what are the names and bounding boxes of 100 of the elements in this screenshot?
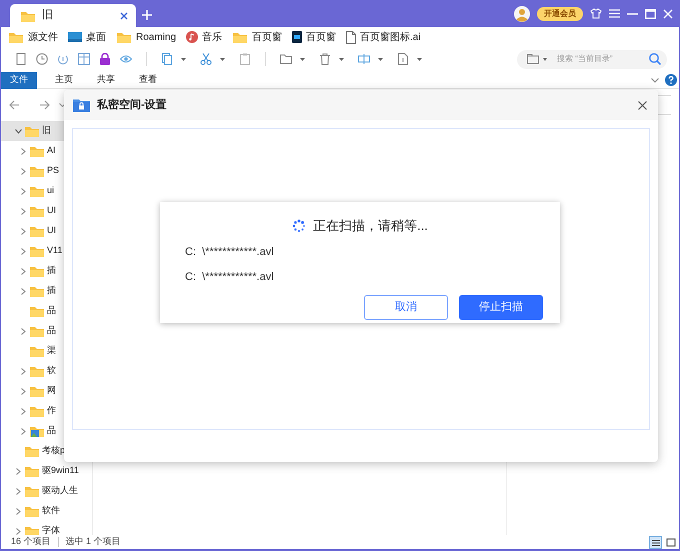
cancel-button[interactable]: 取消 bbox=[364, 294, 448, 320]
caret-icon[interactable] bbox=[339, 58, 344, 60]
caret-icon[interactable] bbox=[181, 58, 186, 60]
chevron-right-icon[interactable] bbox=[21, 288, 26, 294]
lock-icon[interactable] bbox=[99, 53, 111, 65]
tree-item[interactable]: 品 bbox=[1, 321, 92, 341]
caret-icon[interactable] bbox=[543, 58, 547, 60]
tree-item[interactable]: AI bbox=[1, 141, 92, 161]
tree-item[interactable]: 品 bbox=[1, 421, 92, 441]
tree-item[interactable]: 软件 bbox=[1, 501, 92, 521]
bookmark-link[interactable]: 音乐 bbox=[186, 30, 222, 44]
tree-item-label: 渠 bbox=[47, 344, 56, 358]
trash-icon[interactable] bbox=[319, 53, 331, 65]
bookmark-link[interactable]: 桌面 bbox=[68, 30, 106, 44]
menu-icon[interactable] bbox=[609, 9, 620, 18]
tree-item[interactable]: 驱9win11 bbox=[1, 461, 92, 481]
clipboard-icon[interactable] bbox=[239, 53, 251, 65]
chevron-down-icon[interactable] bbox=[651, 78, 659, 82]
avatar-icon[interactable] bbox=[514, 6, 530, 22]
folder-icon bbox=[29, 164, 45, 178]
chevron-right-icon[interactable] bbox=[21, 328, 26, 334]
ribbon-tab[interactable]: 共享 bbox=[85, 72, 127, 88]
chevron-right-icon[interactable] bbox=[21, 388, 26, 394]
large-icons-view-button[interactable] bbox=[664, 536, 677, 548]
tree-item[interactable]: 软 bbox=[1, 361, 92, 381]
clock-icon[interactable] bbox=[36, 53, 48, 65]
tree-item[interactable]: 驱动人生 bbox=[1, 481, 92, 501]
tree-item[interactable]: ui bbox=[1, 181, 92, 201]
tree-item-label: 插 bbox=[47, 284, 56, 298]
tree-item[interactable]: 插 bbox=[1, 261, 92, 281]
chevron-right-icon[interactable] bbox=[21, 228, 26, 234]
eye-icon[interactable] bbox=[120, 53, 132, 65]
tree-item[interactable]: 网 bbox=[1, 381, 92, 401]
search-icon[interactable] bbox=[649, 53, 661, 65]
folder-outline-icon[interactable] bbox=[280, 53, 292, 65]
stop-scan-button[interactable]: 停止扫描 bbox=[459, 294, 543, 320]
copy-icon[interactable] bbox=[161, 53, 173, 65]
chevron-right-icon[interactable] bbox=[21, 368, 26, 374]
chevron-right-icon[interactable] bbox=[16, 508, 21, 514]
details-view-button[interactable] bbox=[649, 536, 662, 548]
page-icon[interactable] bbox=[15, 53, 27, 65]
bookmark-link[interactable]: 百页窗 bbox=[232, 30, 282, 44]
folder-icon bbox=[24, 484, 40, 498]
folder-icon bbox=[8, 30, 24, 44]
bookmark-link[interactable]: 百页窗 bbox=[292, 30, 336, 44]
scissors-icon[interactable] bbox=[200, 53, 212, 65]
plus-icon[interactable] bbox=[142, 10, 152, 20]
chevron-right-icon[interactable] bbox=[21, 248, 26, 254]
vip-button[interactable]: 开通会员 bbox=[537, 6, 583, 20]
tree-item-label: 插 bbox=[47, 264, 56, 278]
chevron-right-icon[interactable] bbox=[21, 408, 26, 414]
folder-icon bbox=[29, 364, 45, 378]
ribbon-tab[interactable]: 查看 bbox=[127, 72, 169, 88]
tree-item[interactable]: 字体 bbox=[1, 521, 92, 535]
panes-icon[interactable] bbox=[78, 53, 90, 65]
chevron-right-icon[interactable] bbox=[21, 168, 26, 174]
close-icon[interactable] bbox=[120, 12, 128, 20]
bookmark-link[interactable]: 百页窗图标.ai bbox=[346, 30, 421, 44]
maximize-icon[interactable] bbox=[645, 8, 656, 18]
bookmark-link[interactable]: 源文件 bbox=[8, 30, 58, 44]
tree-item-label: 品 bbox=[47, 324, 56, 338]
help-icon[interactable] bbox=[665, 74, 677, 86]
chevron-right-icon[interactable] bbox=[21, 208, 26, 214]
file-info-icon[interactable] bbox=[397, 53, 409, 65]
shirt-icon[interactable] bbox=[590, 8, 602, 19]
tree-item[interactable]: UI bbox=[1, 201, 92, 221]
folder-icon bbox=[29, 144, 45, 158]
tree-item[interactable]: 品 bbox=[1, 301, 92, 321]
search-bar[interactable]: 搜索 “当前目录” bbox=[517, 50, 667, 68]
caret-icon[interactable] bbox=[300, 58, 305, 60]
tree-item[interactable]: PS bbox=[1, 161, 92, 181]
folder-icon bbox=[232, 30, 248, 44]
chevron-right-icon[interactable] bbox=[21, 268, 26, 274]
chevron-right-icon[interactable] bbox=[16, 488, 21, 494]
item-count: 16 个项目 bbox=[11, 535, 51, 548]
chevron-right-icon[interactable] bbox=[21, 148, 26, 154]
caret-icon[interactable] bbox=[378, 58, 383, 60]
folder-icon bbox=[29, 284, 45, 298]
forward-arrow-icon[interactable] bbox=[39, 100, 50, 110]
tree-item-label: 软件 bbox=[42, 504, 60, 518]
tree-item[interactable]: 作 bbox=[1, 401, 92, 421]
ribbon-tab[interactable]: 文件 bbox=[1, 72, 37, 88]
chevron-right-icon[interactable] bbox=[21, 188, 26, 194]
tree-item[interactable]: V11 bbox=[1, 241, 92, 261]
ribbon-tab[interactable]: 主页 bbox=[43, 72, 85, 88]
folder-tab[interactable]: 旧 bbox=[10, 4, 136, 27]
close-icon[interactable] bbox=[638, 100, 647, 110]
tree-item[interactable]: UI bbox=[1, 221, 92, 241]
search-field[interactable]: 搜索 “当前目录” bbox=[557, 53, 645, 65]
tree-item[interactable]: 渠 bbox=[1, 341, 92, 361]
caret-icon[interactable] bbox=[417, 58, 422, 60]
chevron-right-icon[interactable] bbox=[16, 528, 21, 534]
chevron-right-icon[interactable] bbox=[16, 468, 21, 474]
chevron-down-icon[interactable] bbox=[15, 128, 22, 134]
chevron-right-icon[interactable] bbox=[21, 428, 26, 434]
bookmark-link[interactable]: Roaming bbox=[116, 30, 176, 44]
back-arrow-icon[interactable] bbox=[9, 100, 20, 110]
tree-item-label: 驱9win11 bbox=[42, 464, 79, 478]
caret-icon[interactable] bbox=[220, 58, 225, 60]
tree-item[interactable]: 插 bbox=[1, 281, 92, 301]
